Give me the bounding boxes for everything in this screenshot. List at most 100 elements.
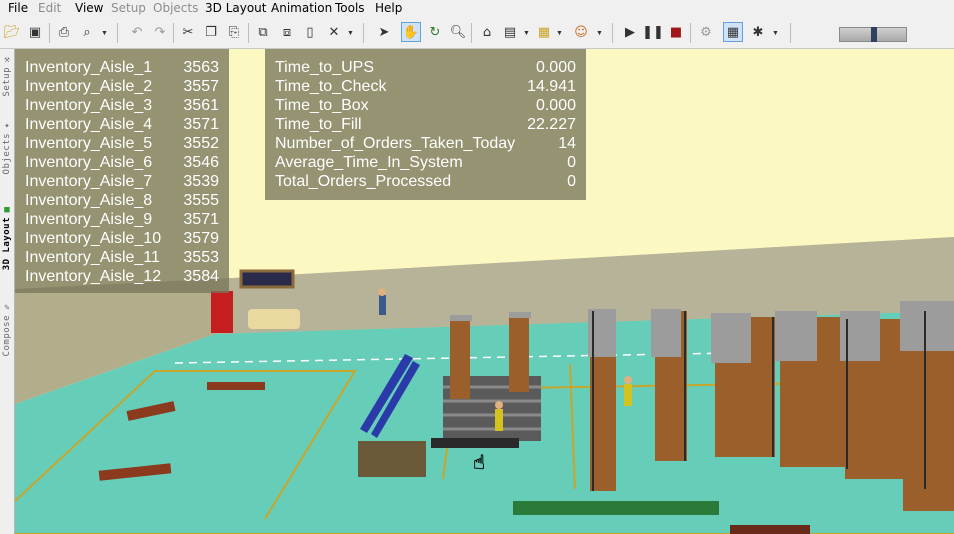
inventory-row-value: 3561: [183, 97, 219, 114]
home-icon[interactable]: ⌂: [477, 22, 497, 42]
inventory-row-value: 3579: [183, 230, 219, 247]
inventory-row-label: Inventory_Aisle_10: [25, 230, 162, 247]
inventory-row-label: Inventory_Aisle_8: [25, 192, 153, 209]
rotate-icon[interactable]: ↻: [425, 22, 445, 42]
inventory-row-value: 3557: [183, 78, 219, 95]
toolbar-separator: [690, 23, 691, 43]
stat-row-label: Average_Time_In_System: [275, 154, 463, 171]
print-preview-icon[interactable]: ⌕: [77, 22, 97, 42]
cut-icon[interactable]: ✂: [178, 22, 198, 42]
user-icon[interactable]: ☺: [571, 22, 591, 42]
pointer-icon[interactable]: ➤: [374, 22, 394, 42]
outbound-conveyor: [513, 501, 719, 515]
menu-setup[interactable]: Setup: [111, 1, 146, 15]
inventory-row-value: 3571: [183, 116, 219, 133]
inventory-row-label: Inventory_Aisle_9: [25, 211, 153, 228]
play-icon[interactable]: ▶: [620, 22, 640, 42]
inventory-row: Inventory_Aisle_1 3563: [15, 58, 229, 77]
stop-icon[interactable]: ■: [666, 22, 686, 42]
inventory-row: Inventory_Aisle_6 3546: [15, 153, 229, 172]
stat-row: Time_to_Box 0.000: [265, 96, 586, 115]
duplicate-icon[interactable]: ⧉: [253, 22, 273, 42]
settings-icon[interactable]: ⚙: [696, 22, 716, 42]
inventory-row: Inventory_Aisle_5 3552: [15, 134, 229, 153]
menu-animation[interactable]: Animation: [271, 1, 332, 15]
chevron-down-icon[interactable]: ▼: [596, 30, 603, 37]
menu-bar: File Edit View Setup Objects 3D Layout A…: [0, 0, 954, 17]
compose-icon: ✎: [4, 303, 10, 313]
inventory-row: Inventory_Aisle_9 3571: [15, 210, 229, 229]
zoom-icon[interactable]: 🔍︎: [448, 22, 468, 42]
inventory-row: Inventory_Aisle_4 3571: [15, 115, 229, 134]
inventory-row-value: 3553: [183, 249, 219, 266]
stat-row: Time_to_UPS 0.000: [265, 58, 586, 77]
inventory-row: Inventory_Aisle_8 3555: [15, 191, 229, 210]
stat-row-label: Time_to_UPS: [275, 59, 374, 76]
hand-icon[interactable]: ✋: [401, 22, 421, 42]
new-page-icon[interactable]: ▯: [300, 22, 320, 42]
stat-row: Number_of_Orders_Taken_Today 14: [265, 134, 586, 153]
menu-view[interactable]: View: [75, 1, 103, 15]
pause-icon[interactable]: ❚❚: [642, 22, 664, 42]
redo-icon[interactable]: ↷: [150, 22, 170, 42]
inventory-row-label: Inventory_Aisle_7: [25, 173, 153, 190]
worker: [624, 384, 632, 406]
stat-row-label: Time_to_Check: [275, 78, 387, 95]
stat-row-value: 14.941: [527, 78, 576, 95]
stat-row-label: Time_to_Box: [275, 97, 369, 114]
speed-slider[interactable]: [839, 27, 907, 42]
tab-3d-layout[interactable]: ■ 3D Layout: [1, 205, 13, 270]
toolbar-separator: [790, 23, 791, 43]
inventory-row-value: 3546: [183, 154, 219, 171]
paste-icon[interactable]: ⎘: [224, 22, 244, 42]
tab-compose[interactable]: ✎ Compose: [1, 303, 13, 356]
chevron-down-icon[interactable]: ▼: [556, 30, 563, 37]
menu-edit[interactable]: Edit: [38, 1, 61, 15]
menu-file[interactable]: File: [8, 1, 28, 15]
speed-icon[interactable]: ✱: [748, 22, 768, 42]
speed-slider-thumb[interactable]: [871, 27, 877, 42]
menu-3d-layout[interactable]: 3D Layout: [205, 1, 266, 15]
open-folder-icon[interactable]: 📂︎: [2, 22, 22, 42]
inventory-row: Inventory_Aisle_2 3557: [15, 77, 229, 96]
worker: [495, 409, 503, 431]
layers-icon[interactable]: ▦: [534, 22, 554, 42]
inventory-row-label: Inventory_Aisle_4: [25, 116, 153, 133]
menu-tools[interactable]: Tools: [335, 1, 365, 15]
stat-row-value: 22.227: [527, 116, 576, 133]
chevron-down-icon[interactable]: ▼: [772, 30, 779, 37]
cube-icon: ■: [4, 205, 10, 215]
menu-objects[interactable]: Objects: [153, 1, 198, 15]
hand-cursor-icon: ☝: [473, 450, 485, 474]
inventory-row: Inventory_Aisle_10 3579: [15, 229, 229, 248]
tab-setup[interactable]: ⚒ Setup: [1, 55, 13, 97]
tab-objects[interactable]: ✦ Objects: [1, 121, 13, 174]
print-icon[interactable]: ⎙: [54, 22, 74, 42]
group-icon[interactable]: ⧈: [277, 22, 297, 42]
delete-icon[interactable]: ✕: [324, 22, 344, 42]
sofa: [248, 309, 300, 329]
copy-icon[interactable]: ❐: [201, 22, 221, 42]
inventory-row-label: Inventory_Aisle_1: [25, 59, 153, 76]
undo-icon[interactable]: ↶: [127, 22, 147, 42]
camera-icon[interactable]: ▤: [500, 22, 520, 42]
inventory-row-label: Inventory_Aisle_2: [25, 78, 153, 95]
inventory-row: Inventory_Aisle_7 3539: [15, 172, 229, 191]
stat-row-value: 0: [567, 154, 576, 171]
chevron-down-icon[interactable]: ▼: [523, 30, 530, 37]
chevron-down-icon[interactable]: ▼: [347, 30, 354, 37]
side-tab-strip: ⚒ Setup ✦ Objects ■ 3D Layout ✎ Compose: [0, 49, 15, 534]
inventory-row-label: Inventory_Aisle_12: [25, 268, 162, 285]
grid-icon[interactable]: ▦: [723, 22, 743, 42]
packing-station: [358, 441, 426, 477]
chevron-down-icon[interactable]: ▼: [101, 30, 108, 37]
stat-row-value: 14: [558, 135, 576, 152]
inventory-row: Inventory_Aisle_11 3553: [15, 248, 229, 267]
save-icon[interactable]: ▣: [25, 22, 45, 42]
toolbar-separator: [612, 23, 613, 43]
setup-icon: ⚒: [4, 55, 10, 65]
stat-row-label: Time_to_Fill: [275, 116, 362, 133]
inventory-panel: Inventory_Aisle_1 3563 Inventory_Aisle_2 35…: [15, 49, 229, 293]
wall-picture: [239, 269, 295, 289]
menu-help[interactable]: Help: [375, 1, 402, 15]
